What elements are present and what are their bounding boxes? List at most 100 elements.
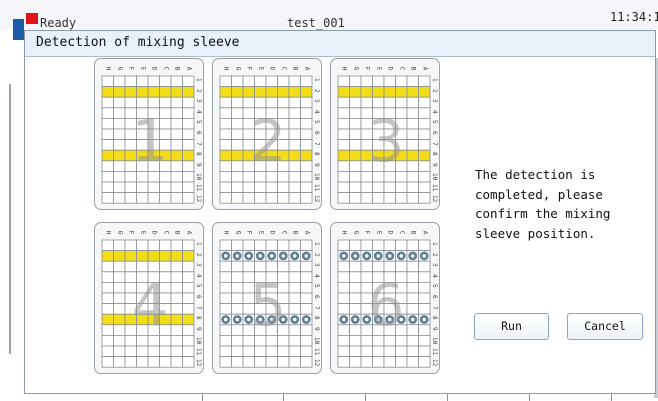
plate-well — [254, 260, 267, 273]
plate-well — [124, 139, 137, 151]
marked-well — [124, 313, 137, 326]
plate-well — [360, 356, 373, 368]
plate-well — [337, 345, 350, 358]
column-label: F — [363, 66, 371, 71]
column-label: A — [302, 66, 310, 71]
plate-well — [337, 160, 350, 172]
plate-well — [277, 303, 290, 315]
plate-well — [147, 139, 160, 151]
column-label: H — [104, 230, 112, 235]
plate-well — [159, 128, 172, 141]
column-label: C — [279, 230, 287, 235]
marked-well — [101, 149, 114, 162]
plate-well — [349, 128, 362, 141]
plate-well — [288, 118, 301, 130]
plate-well — [136, 107, 149, 119]
column-label: C — [397, 66, 405, 71]
marked-well — [101, 250, 114, 262]
marked-well — [113, 313, 126, 326]
plate-well — [277, 192, 290, 204]
plate-well — [231, 356, 244, 368]
plate-well — [383, 292, 396, 305]
column-label: A — [184, 230, 192, 235]
row-label: 3 — [313, 263, 320, 267]
plate-well — [231, 118, 244, 130]
row-label: 3 — [431, 263, 438, 267]
mixing-sleeve-hole — [281, 317, 286, 322]
plate-well — [124, 160, 137, 172]
plate-well — [395, 324, 408, 336]
plate-well-grid — [219, 75, 313, 204]
plate-well — [337, 139, 350, 151]
plate-well — [288, 128, 301, 141]
plate-well — [383, 282, 396, 294]
plate-well-grid — [337, 239, 431, 368]
run-button[interactable]: Run — [474, 313, 549, 340]
plate-well — [101, 118, 114, 130]
plate-well — [406, 107, 419, 119]
plate-well — [383, 192, 396, 204]
plate-well — [383, 345, 396, 358]
mixing-sleeve-hole — [235, 317, 240, 322]
plate-well-grid — [101, 75, 195, 204]
app-status-text: Ready — [40, 16, 77, 30]
row-label: 10 — [431, 173, 438, 181]
plate-well — [360, 128, 373, 141]
plate-well — [349, 260, 362, 273]
plate-well — [242, 139, 255, 151]
plate-well — [124, 282, 137, 294]
marked-well — [337, 149, 350, 162]
plate-well — [113, 335, 126, 347]
row-label: 12 — [313, 194, 320, 202]
marked-well — [265, 149, 278, 162]
row-label: 8 — [431, 152, 438, 156]
plate-well — [147, 171, 160, 183]
plate-well — [170, 96, 183, 109]
plate-5: H G F E D C B A 1 2 3 4 5 6 7 8 9 10 11 12 5 — [212, 222, 322, 374]
plate-well — [300, 160, 313, 172]
plate-well — [288, 160, 301, 172]
mixing-sleeve-hole — [422, 254, 427, 258]
plate-well — [219, 181, 232, 194]
plate-well — [182, 292, 195, 305]
plate-well — [242, 75, 255, 88]
plate-well — [170, 107, 183, 119]
row-label: 12 — [313, 358, 320, 366]
row-label: 2 — [195, 88, 202, 93]
column-label: E — [374, 66, 382, 71]
mixing-sleeve-hole — [387, 254, 392, 258]
plate-well — [360, 107, 373, 119]
plate-well — [219, 324, 232, 336]
plate-well — [372, 171, 385, 183]
column-label: D — [150, 230, 158, 235]
column-label: E — [256, 66, 264, 71]
plate-well — [113, 292, 126, 305]
row-label: 3 — [431, 99, 438, 103]
plate-well — [231, 160, 244, 172]
plate-well — [372, 345, 385, 358]
plate-well — [101, 75, 114, 88]
row-label: 6 — [431, 295, 438, 299]
row-label: 1 — [195, 242, 202, 246]
plate-well — [300, 239, 313, 252]
plate-well — [383, 96, 396, 109]
cancel-button[interactable]: Cancel — [567, 313, 643, 340]
plate-well — [136, 239, 149, 252]
plate-well — [159, 171, 172, 183]
marked-well — [383, 149, 396, 162]
plate-well — [395, 292, 408, 305]
plate-well — [288, 335, 301, 347]
plate-well — [395, 118, 408, 130]
plate-well — [147, 292, 160, 305]
column-label: G — [233, 230, 241, 235]
row-label: 11 — [431, 184, 438, 192]
plate-well — [170, 335, 183, 347]
plate-well — [124, 335, 137, 347]
plate-well — [254, 128, 267, 141]
row-label: 9 — [431, 326, 438, 331]
plate-well — [360, 118, 373, 130]
plate-well — [395, 303, 408, 315]
plate-well — [395, 128, 408, 141]
plate-well — [406, 303, 419, 315]
marked-well — [124, 250, 137, 262]
